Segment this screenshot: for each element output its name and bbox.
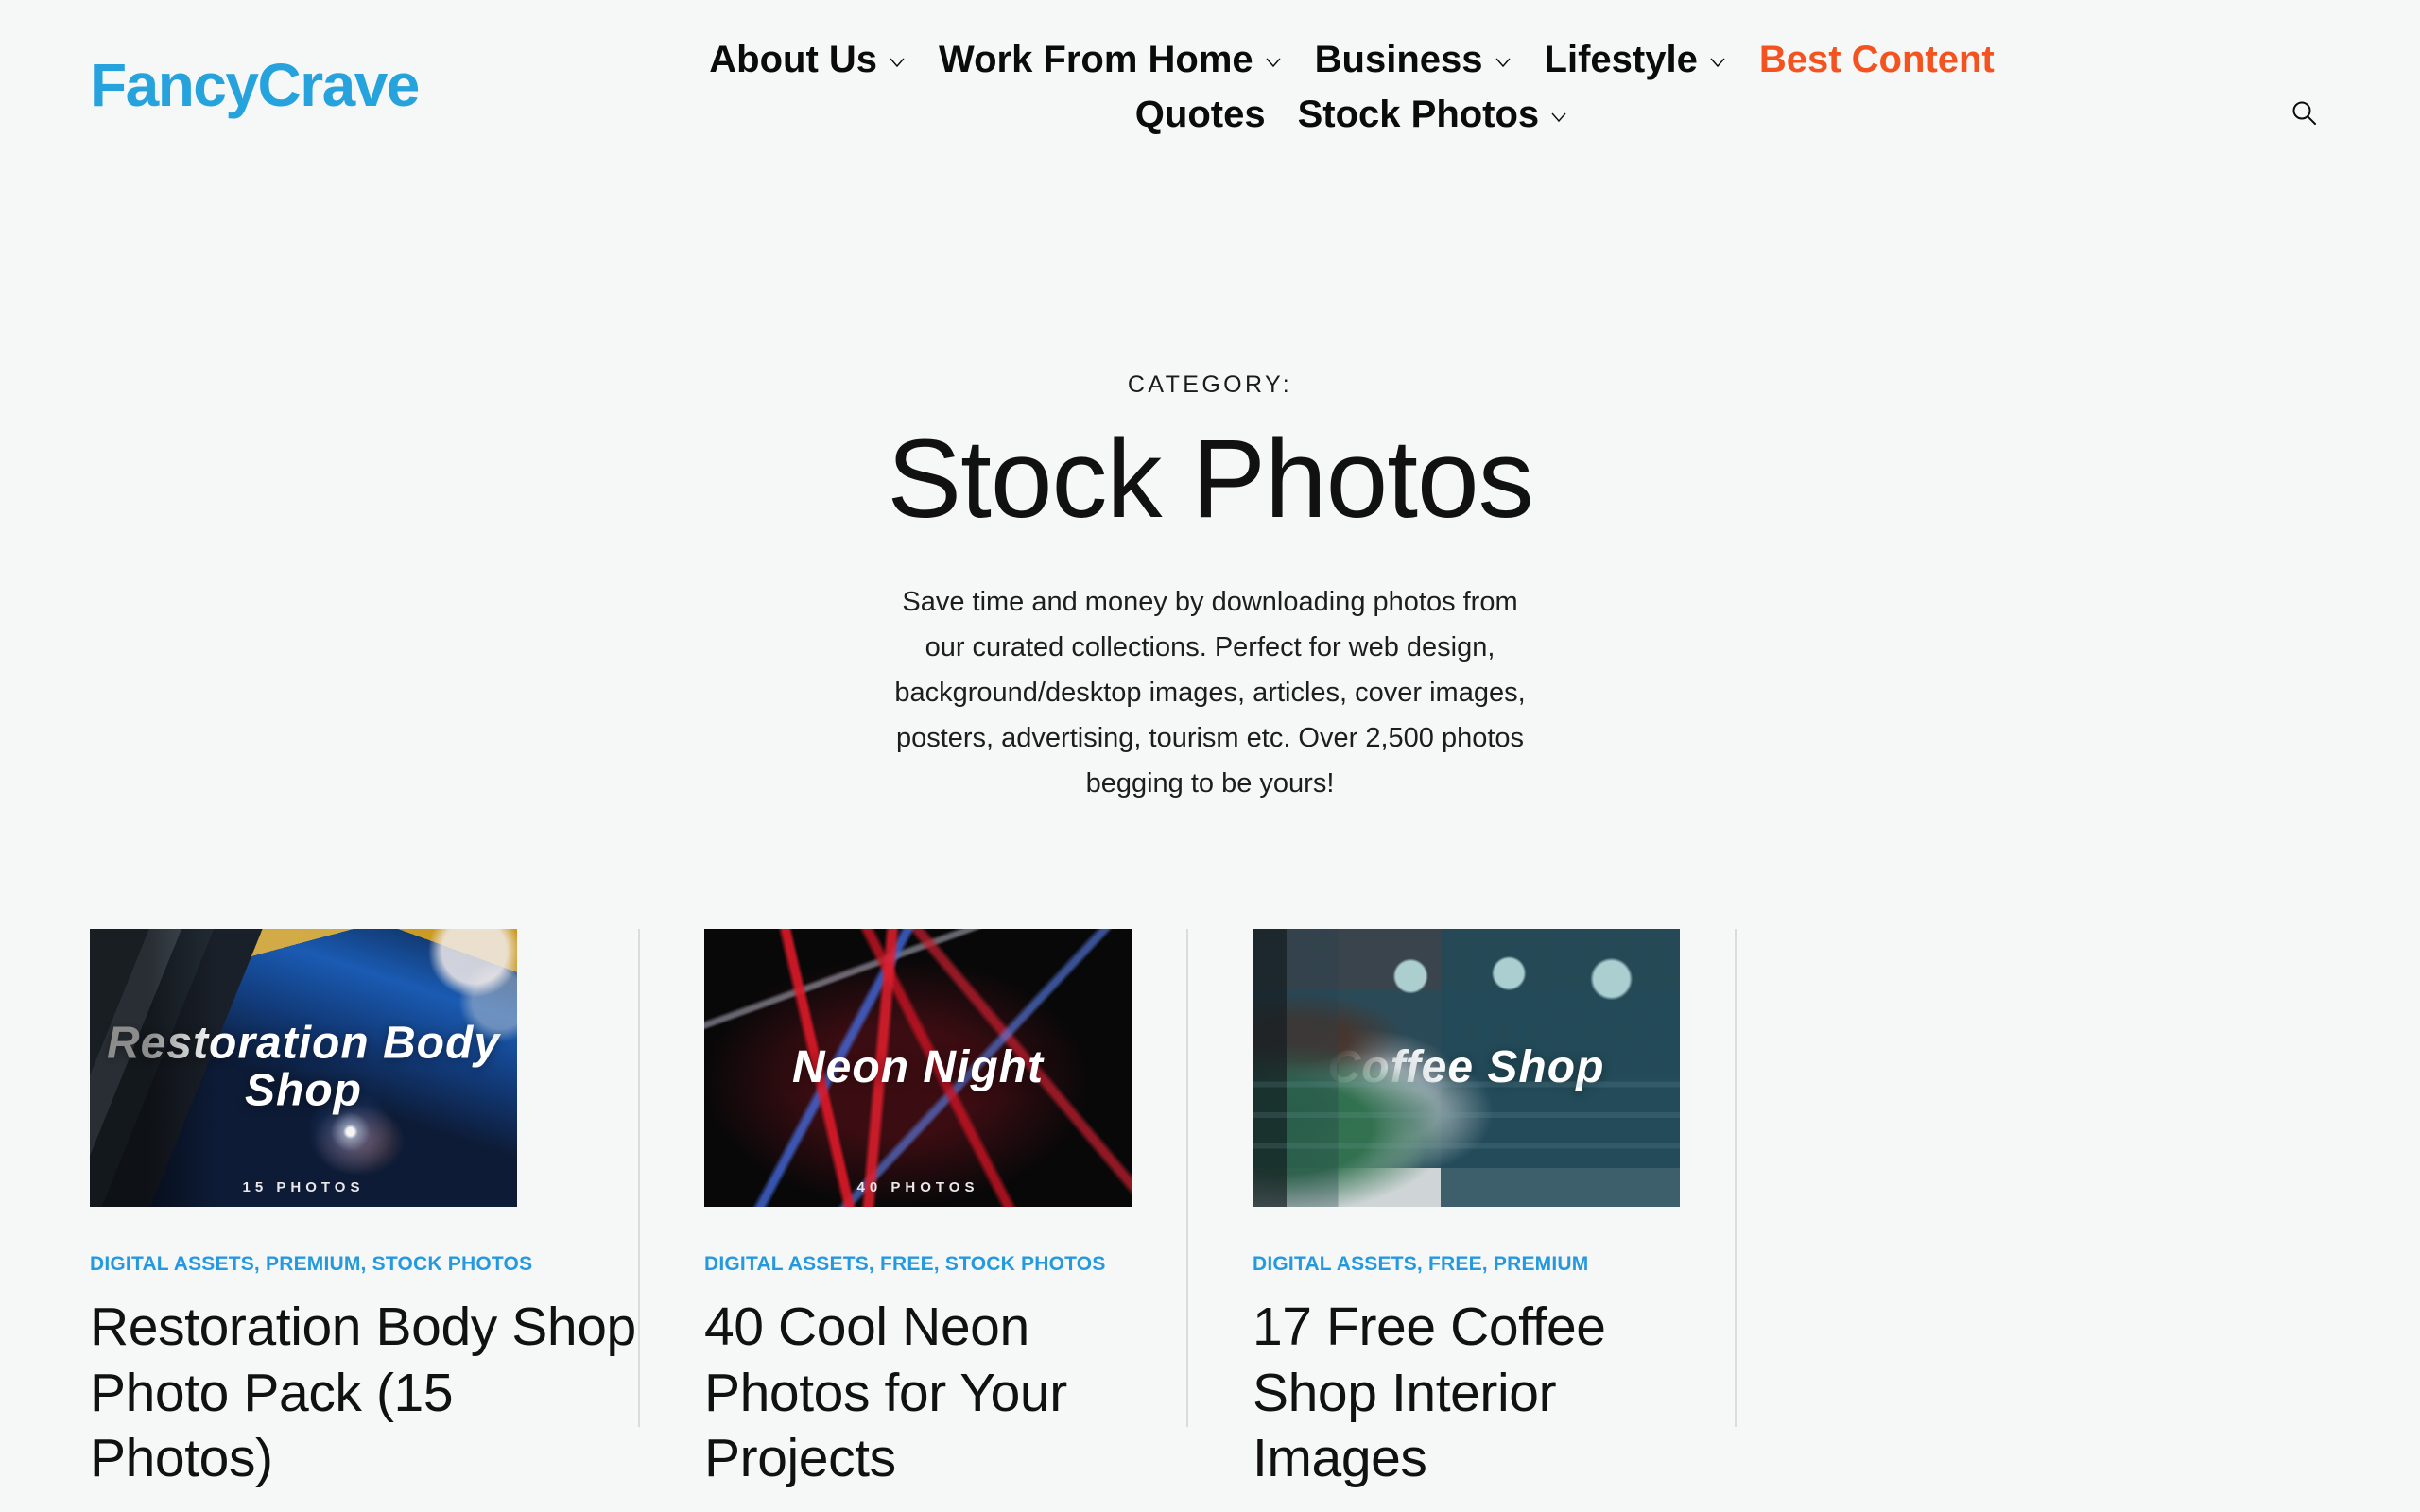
nav-label: Business bbox=[1314, 39, 1483, 80]
category-eyebrow: CATEGORY: bbox=[1127, 371, 1293, 398]
nav-item-best-content[interactable]: Best Content bbox=[1759, 32, 1995, 87]
column-divider bbox=[638, 928, 640, 1427]
post-categories[interactable]: DIGITAL ASSETS, FREE, STOCK PHOTOS bbox=[704, 1252, 1186, 1276]
nav-item-work-from-home[interactable]: Work From Home bbox=[939, 32, 1283, 87]
search-icon bbox=[2290, 98, 2327, 129]
post-card[interactable]: Restoration Body Shop 15 PHOTOS DIGITAL … bbox=[90, 928, 638, 1492]
post-card-empty bbox=[1735, 928, 2283, 1492]
post-card[interactable]: Neon Night 40 PHOTOS DIGITAL ASSETS, FRE… bbox=[638, 928, 1186, 1492]
post-thumbnail[interactable]: Neon Night 40 PHOTOS bbox=[704, 928, 1132, 1207]
nav-row-primary: About Us Work From Home Business Lifesty… bbox=[510, 32, 2193, 87]
chevron-down-icon[interactable] bbox=[1708, 53, 1727, 72]
site-header: FancyCrave About Us Work From Home Busin… bbox=[0, 0, 2420, 194]
post-title[interactable]: Restoration Body Shop Photo Pack (15 Pho… bbox=[90, 1295, 638, 1492]
post-categories[interactable]: DIGITAL ASSETS, PREMIUM, STOCK PHOTOS bbox=[90, 1252, 638, 1276]
nav-item-about-us[interactable]: About Us bbox=[709, 32, 907, 87]
page-title: Stock Photos bbox=[887, 417, 1533, 541]
post-categories[interactable]: DIGITAL ASSETS, FREE, PREMIUM bbox=[1253, 1252, 1735, 1276]
chevron-down-icon[interactable] bbox=[1264, 53, 1283, 72]
thumbnail-overlay-title: Restoration Body Shop bbox=[106, 1018, 501, 1116]
nav-row-secondary: Quotes Stock Photos bbox=[510, 87, 2193, 142]
nav-item-business[interactable]: Business bbox=[1315, 32, 1512, 87]
thumbnail-overlay-title: Coffee Shop bbox=[1327, 1041, 1605, 1092]
nav-label: Quotes bbox=[1134, 94, 1266, 135]
thumbnail-photo-count: 40 PHOTOS bbox=[856, 1178, 979, 1195]
chevron-down-icon[interactable] bbox=[1549, 108, 1568, 127]
nav-label: About Us bbox=[709, 39, 878, 80]
nav-label: Stock Photos bbox=[1297, 94, 1540, 135]
primary-navigation: About Us Work From Home Business Lifesty… bbox=[510, 32, 2193, 142]
nav-label: Lifestyle bbox=[1544, 39, 1698, 80]
post-grid: Restoration Body Shop 15 PHOTOS DIGITAL … bbox=[90, 928, 2330, 1492]
post-card[interactable]: Coffee Shop DIGITAL ASSETS, FREE, PREMIU… bbox=[1186, 928, 1735, 1492]
search-toggle-button[interactable] bbox=[2290, 94, 2327, 132]
archive-description: Save time and money by downloading photo… bbox=[894, 586, 1526, 799]
nav-item-quotes[interactable]: Quotes bbox=[1135, 87, 1266, 142]
site-logo[interactable]: FancyCrave bbox=[90, 55, 420, 115]
column-divider bbox=[1186, 928, 1188, 1427]
thumbnail-overlay-title: Neon Night bbox=[792, 1041, 1044, 1092]
chevron-down-icon[interactable] bbox=[888, 53, 907, 72]
nav-item-stock-photos[interactable]: Stock Photos bbox=[1298, 87, 1569, 142]
post-thumbnail[interactable]: Restoration Body Shop 15 PHOTOS bbox=[90, 928, 517, 1207]
thumbnail-photo-count: 15 PHOTOS bbox=[242, 1178, 365, 1195]
chevron-down-icon[interactable] bbox=[1494, 53, 1512, 72]
nav-label: Work From Home bbox=[939, 39, 1253, 80]
archive-header: CATEGORY: Stock Photos Save time and mon… bbox=[0, 194, 2420, 806]
post-thumbnail[interactable]: Coffee Shop bbox=[1253, 928, 1680, 1207]
post-grid-section: Restoration Body Shop 15 PHOTOS DIGITAL … bbox=[0, 928, 2420, 1492]
post-title[interactable]: 40 Cool Neon Photos for Your Projects bbox=[704, 1295, 1186, 1492]
nav-item-lifestyle[interactable]: Lifestyle bbox=[1545, 32, 1727, 87]
column-divider bbox=[1735, 928, 1737, 1427]
nav-label: Best Content bbox=[1758, 39, 1995, 80]
post-title[interactable]: 17 Free Coffee Shop Interior Images bbox=[1253, 1295, 1735, 1492]
